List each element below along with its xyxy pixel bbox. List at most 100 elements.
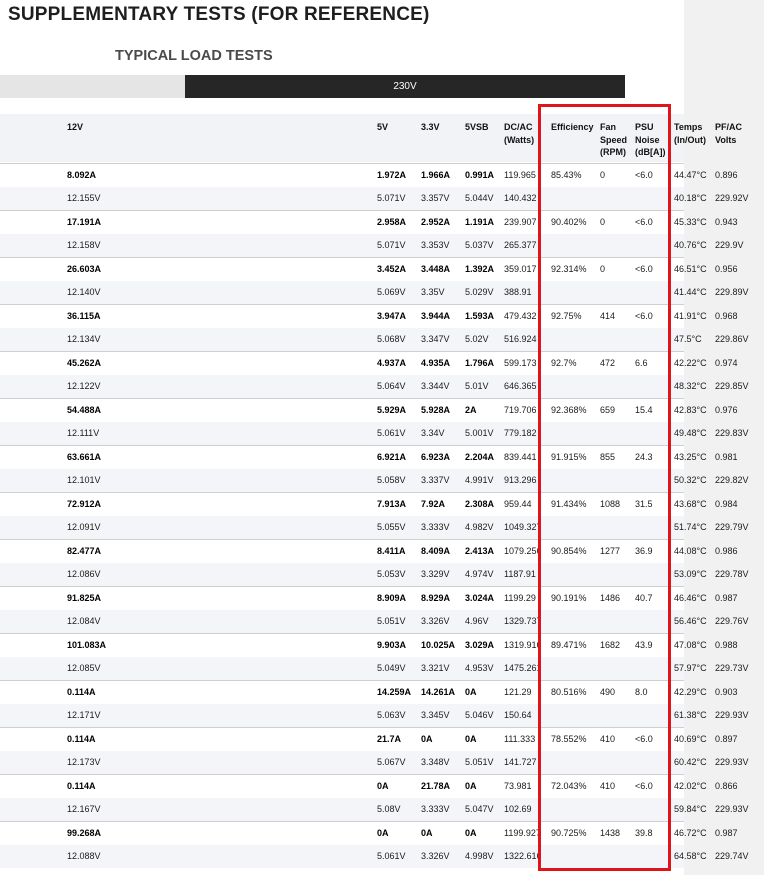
cell-dc: 479.432	[504, 311, 537, 321]
cell-volts: 229.76V	[715, 615, 749, 626]
cell-tin: 45.33°C	[674, 217, 707, 227]
cell-tout: 41.44°C	[674, 286, 707, 297]
cell-volts: 229.83V	[715, 427, 749, 438]
cell-vsb: 4.974V	[465, 568, 494, 579]
cell-pf: 0.986	[715, 546, 738, 556]
cell-ac: 265.377	[504, 239, 537, 250]
cell-a33: 0A	[421, 734, 433, 744]
table-row-voltage: 12.171V 5.063V 3.345V 5.046V 150.64 61.38°C 22…	[0, 703, 749, 727]
cell-a5: 2.958A	[377, 217, 407, 227]
cell-volts: 229.82V	[715, 474, 749, 485]
cell-dc: 239.907	[504, 217, 537, 227]
column-header-line: (Watts)	[504, 134, 535, 145]
cell-vsb: 4.96V	[465, 615, 489, 626]
cell-tin: 42.29°C	[674, 687, 707, 697]
column-header-line: Volts	[715, 134, 737, 145]
cell-v33: 3.321V	[421, 662, 450, 673]
cell-tout: 57.97°C	[674, 662, 707, 673]
cell-tout: 40.18°C	[674, 192, 707, 203]
cell-v12: 12.173V	[67, 756, 101, 767]
cell-dc: 1319.916	[504, 640, 540, 650]
cell-v5: 5.071V	[377, 192, 406, 203]
cell-ac: 141.727	[504, 756, 537, 767]
cell-v33: 3.345V	[421, 709, 450, 720]
cell-vsb: 4.982V	[465, 521, 494, 532]
table-row-voltage: 12.140V 5.069V 3.35V 5.029V 388.91 41.44°C 229…	[0, 280, 749, 304]
cell-tout: 40.76°C	[674, 239, 707, 250]
cell-volts: 229.92V	[715, 192, 749, 203]
cell-eff: 89.471%	[551, 640, 587, 650]
cell-noise: 24.3	[635, 452, 653, 462]
cell-tout: 59.84°C	[674, 803, 707, 814]
voltage-band-label: 230V	[185, 75, 625, 98]
cell-tin: 41.91°C	[674, 311, 707, 321]
cell-fan: 490	[600, 687, 616, 697]
cell-v12: 12.171V	[67, 709, 101, 720]
column-header-eff: Efficiency	[551, 121, 594, 134]
cell-fan: 410	[600, 734, 616, 744]
cell-a5: 7.913A	[377, 499, 407, 509]
cell-v12: 12.167V	[67, 803, 101, 814]
cell-ac: 150.64	[504, 709, 532, 720]
column-header-line: (In/Out)	[674, 134, 706, 145]
cell-v5: 5.068V	[377, 333, 406, 344]
cell-dc: 959.44	[504, 499, 532, 509]
cell-fan: 1438	[600, 828, 621, 838]
cell-v12: 12.086V	[67, 568, 101, 579]
cell-asb: 0A	[465, 734, 477, 744]
cell-pf: 0.984	[715, 499, 738, 509]
cell-vsb: 4.991V	[465, 474, 494, 485]
cell-a5: 3.947A	[377, 311, 407, 321]
column-header-noise: PSU Noise (dB[A])	[635, 121, 666, 159]
cell-noise: 8.0	[635, 687, 648, 697]
cell-tout: 56.46°C	[674, 615, 707, 626]
page-title: SUPPLEMENTARY TESTS (FOR REFERENCE)	[8, 4, 430, 25]
table-row-load: 101.083A 9.903A 10.025A 3.029A 1319.916 89.47…	[0, 633, 738, 657]
cell-asb: 2.413A	[465, 546, 495, 556]
cell-volts: 229.86V	[715, 333, 749, 344]
cell-v5: 5.049V	[377, 662, 406, 673]
cell-ac: 646.365	[504, 380, 537, 391]
cell-eff: 92.314%	[551, 264, 587, 274]
cell-vsb: 5.01V	[465, 380, 489, 391]
cell-a12: 99.268A	[67, 828, 102, 838]
cell-ac: 1322.616	[504, 850, 540, 861]
cell-vsb: 5.044V	[465, 192, 494, 203]
cell-eff: 92.7%	[551, 358, 577, 368]
cell-ac: 1329.737	[504, 615, 540, 626]
table-row-voltage: 12.086V 5.053V 3.329V 4.974V 1187.91 53.09°C 2…	[0, 562, 749, 586]
cell-noise: 43.9	[635, 640, 653, 650]
cell-v33: 3.326V	[421, 615, 450, 626]
cell-tin: 42.02°C	[674, 781, 707, 791]
column-header-c33v: 3.3V	[421, 121, 440, 134]
cell-a5: 8.909A	[377, 593, 407, 603]
cell-dc: 73.981	[504, 781, 532, 791]
cell-eff: 85.43%	[551, 170, 582, 180]
cell-tin: 44.08°C	[674, 546, 707, 556]
cell-dc: 719.706	[504, 405, 537, 415]
cell-v5: 5.064V	[377, 380, 406, 391]
cell-dc: 359.017	[504, 264, 537, 274]
cell-eff: 91.915%	[551, 452, 587, 462]
cell-vsb: 5.046V	[465, 709, 494, 720]
cell-tout: 60.42°C	[674, 756, 707, 767]
cell-tout: 49.48°C	[674, 427, 707, 438]
column-header-line: Efficiency	[551, 122, 594, 132]
cell-a33: 1.966A	[421, 170, 451, 180]
table-row-load: 45.262A 4.937A 4.935A 1.796A 599.173 92.7% 472…	[0, 351, 738, 375]
cell-a12: 72.912A	[67, 499, 102, 509]
cell-v5: 5.051V	[377, 615, 406, 626]
cell-volts: 229.93V	[715, 756, 749, 767]
cell-a33: 2.952A	[421, 217, 451, 227]
cell-eff: 90.402%	[551, 217, 587, 227]
table-row-voltage: 12.167V 5.08V 3.333V 5.047V 102.69 59.84°C 229…	[0, 797, 749, 821]
table-row-load: 82.477A 8.411A 8.409A 2.413A 1079.256 90.854%…	[0, 539, 738, 563]
cell-asb: 0.991A	[465, 170, 495, 180]
cell-eff: 72.043%	[551, 781, 587, 791]
cell-a33: 0A	[421, 828, 433, 838]
cell-a33: 4.935A	[421, 358, 451, 368]
table-row-voltage: 12.101V 5.058V 3.337V 4.991V 913.296 50.32°C 2…	[0, 468, 749, 492]
cell-vsb: 5.02V	[465, 333, 489, 344]
cell-a12: 0.114A	[67, 734, 96, 744]
cell-v5: 5.061V	[377, 850, 406, 861]
